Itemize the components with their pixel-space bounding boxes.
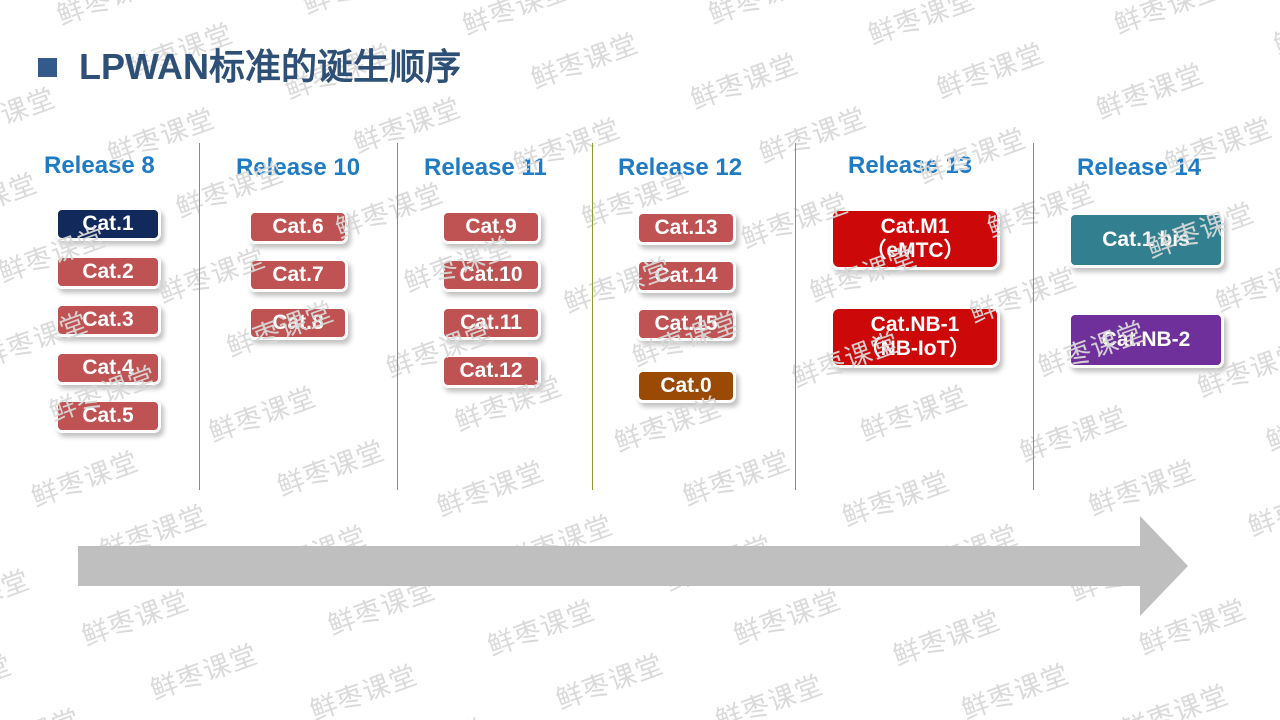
category-label: Cat.NB-2 <box>1101 328 1191 352</box>
category-label: Cat.14 <box>654 264 718 288</box>
column-header-2: Release 10 <box>236 154 361 181</box>
watermark-text: 鲜枣课堂 <box>484 0 687 129</box>
category-sublabel: （eMTC） <box>865 239 965 262</box>
category-box[interactable]: Cat.11 <box>441 306 541 340</box>
category-box[interactable]: Cat.4 <box>55 351 161 385</box>
category-box[interactable]: Cat.M1 （eMTC） <box>830 208 1000 270</box>
square-bullet-icon <box>38 57 57 77</box>
category-label: Cat.7 <box>272 263 324 287</box>
category-box[interactable]: Cat.1 bis <box>1068 212 1224 268</box>
watermark-text: 鲜枣课堂 <box>382 317 499 385</box>
column-header-5: Release 13 <box>848 152 973 179</box>
watermark-text: 鲜枣课堂 <box>552 649 668 717</box>
watermark-text: 鲜枣课堂 <box>0 564 35 633</box>
watermark-text: 鲜枣课堂 <box>1269 497 1280 631</box>
category-label: Cat.9 <box>465 215 517 239</box>
category-box[interactable]: Cat.7 <box>248 258 348 292</box>
watermark-text: 鲜枣课堂 <box>1110 0 1227 41</box>
watermark-text: 鲜枣课堂 <box>755 102 872 171</box>
watermark-text: 鲜枣课堂 <box>187 0 390 1</box>
column-header-1: Release 8 <box>44 152 155 179</box>
category-box[interactable]: Cat.6 <box>248 210 348 244</box>
category-box[interactable]: Cat.1 <box>55 207 161 241</box>
category-label: Cat.10 <box>459 263 523 287</box>
category-box[interactable]: Cat.10 <box>441 258 541 292</box>
category-label: Cat.13 <box>654 216 718 240</box>
watermark-text: 鲜枣课堂 <box>85 692 288 720</box>
watermark-text: 鲜枣课堂 <box>0 0 35 130</box>
category-box[interactable]: Cat.9 <box>441 210 541 244</box>
watermark-text: 鲜枣课堂 <box>45 361 162 429</box>
slide-canvas: 鲜枣课堂 鲜枣课堂 鲜枣课堂 鲜枣课堂 鲜枣课堂 鲜枣课堂 鲜枣课堂 鲜枣课堂 鲜枣课堂 鲜枣课堂… <box>0 0 1280 720</box>
category-label: Cat.2 <box>82 260 134 284</box>
category-box[interactable]: Cat.14 <box>636 259 736 293</box>
category-label: Cat.3 <box>82 308 134 332</box>
watermark-text: 鲜枣课堂 <box>1117 679 1234 720</box>
column-divider-4 <box>795 143 796 490</box>
watermark-text: 鲜枣课堂 <box>1262 390 1280 459</box>
column-header-4: Release 12 <box>618 154 743 181</box>
watermark-text: 鲜枣课堂 <box>305 659 422 720</box>
column-divider-3 <box>592 143 593 490</box>
watermark-text: 鲜枣课堂 <box>864 0 980 52</box>
column-divider-1 <box>199 143 200 490</box>
category-box[interactable]: Cat.NB-1 （NB-IoT） <box>830 306 1000 368</box>
watermark-text: 鲜枣课堂 <box>957 658 1074 720</box>
category-label: Cat.15 <box>654 312 718 336</box>
watermark-text: 鲜枣课堂 <box>1015 401 1132 469</box>
watermark-text: 鲜枣课堂 <box>491 701 694 720</box>
page-title: LPWAN标准的诞生顺序 <box>38 38 461 90</box>
watermark-text: 鲜枣课堂 <box>593 0 796 11</box>
watermark-text: 鲜枣课堂 <box>711 669 828 720</box>
watermark-text: 鲜枣课堂 <box>1160 112 1277 180</box>
category-label: Cat.6 <box>272 215 324 239</box>
column-header-3: Release 11 <box>424 154 547 181</box>
watermark-text: 鲜枣课堂 <box>998 0 1201 21</box>
watermark-text: 鲜枣课堂 <box>0 307 93 375</box>
category-label: Cat.8 <box>272 311 324 335</box>
watermark-text: 鲜枣课堂 <box>509 113 625 181</box>
watermark-text: 鲜枣课堂 <box>204 381 321 450</box>
watermark-text: 鲜枣课堂 <box>896 711 1099 720</box>
category-box[interactable]: Cat.5 <box>55 399 161 433</box>
watermark-text: 鲜枣课堂 <box>0 393 27 527</box>
category-label: Cat.12 <box>459 359 523 383</box>
watermark-text: 鲜枣课堂 <box>0 649 17 718</box>
page-title-text: LPWAN标准的诞生顺序 <box>79 46 461 87</box>
category-label: Cat.4 <box>82 356 134 380</box>
watermark-text: 鲜枣课堂 <box>661 0 864 65</box>
watermark-text: 鲜枣课堂 <box>737 691 940 720</box>
watermark-text: 鲜枣课堂 <box>0 671 128 720</box>
category-label: Cat.1 <box>82 212 134 236</box>
column-divider-5 <box>1033 143 1034 490</box>
category-box[interactable]: Cat.12 <box>441 354 541 388</box>
category-label: Cat.5 <box>82 404 134 428</box>
watermark-text: 鲜枣课堂 <box>1244 0 1280 10</box>
category-box[interactable]: Cat.NB-2 <box>1068 312 1224 368</box>
watermark-text: 鲜枣课堂 <box>932 38 1049 106</box>
watermark-text: 鲜枣课堂 <box>60 71 263 205</box>
column-header-6: Release 14 <box>1077 154 1202 181</box>
category-sublabel: （NB-IoT） <box>859 337 971 360</box>
category-label: Cat.11 <box>460 311 522 335</box>
watermark-text: 鲜枣课堂 <box>0 478 9 612</box>
column-divider-2 <box>397 143 398 490</box>
watermark-text: 鲜枣课堂 <box>686 48 803 117</box>
category-box[interactable]: Cat.3 <box>55 303 161 337</box>
category-box[interactable]: Cat.2 <box>55 255 161 289</box>
category-box[interactable]: Cat.0 <box>636 369 736 403</box>
watermark-text: 鲜枣课堂 <box>1269 0 1280 62</box>
category-label: Cat.0 <box>660 374 712 398</box>
watermark-text: 鲜枣课堂 <box>1142 700 1280 720</box>
watermark-text: 鲜枣课堂 <box>1092 58 1209 127</box>
watermark-text: 鲜枣课堂 <box>331 681 534 720</box>
time-arrow-icon <box>78 516 1188 616</box>
category-box[interactable]: Cat.8 <box>248 306 348 340</box>
category-label: Cat.1 bis <box>1102 228 1190 252</box>
category-label: Cat.NB-1 <box>870 313 960 337</box>
watermark-text: 鲜枣课堂 <box>1251 582 1280 716</box>
category-box[interactable]: Cat.13 <box>636 211 736 245</box>
category-box[interactable]: Cat.15 <box>636 307 736 341</box>
category-label: Cat.M1 <box>880 215 950 239</box>
